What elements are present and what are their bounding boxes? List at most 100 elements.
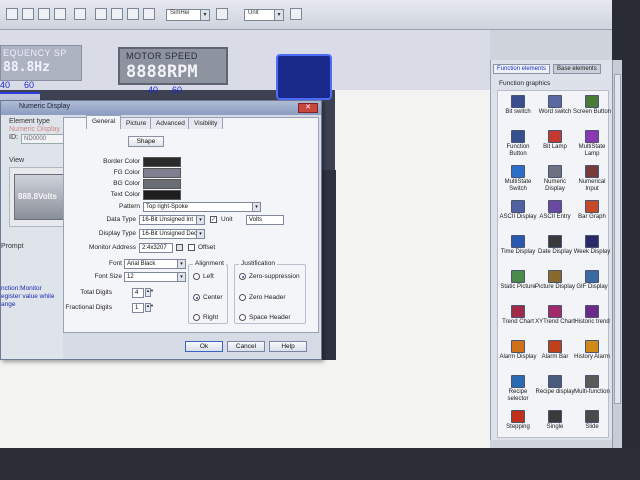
font-size-select[interactable]: 12 ▾ — [124, 272, 186, 282]
tab-visibility[interactable]: Visibility — [188, 117, 224, 129]
fractional-digits-input[interactable]: 1 — [132, 303, 144, 313]
zero-suppression-radio[interactable] — [239, 273, 246, 280]
data-type-select[interactable]: 16-Bit Unsigned Int ▾ — [139, 215, 205, 225]
close-icon[interactable]: ✕ — [298, 103, 318, 113]
fractional-digits-spinner[interactable]: ▲▼ — [145, 303, 154, 312]
zero-header-radio[interactable] — [239, 294, 246, 301]
palette-item[interactable]: MultiState Switch — [498, 165, 538, 197]
space-header-radio[interactable] — [239, 314, 246, 321]
palette-item[interactable]: Recipe selector — [498, 375, 538, 407]
monitor-address-input[interactable]: 2:4x3207 — [139, 243, 173, 253]
palette-item[interactable]: MultiState Lamp — [572, 130, 612, 162]
offset-label: Offset — [198, 244, 216, 251]
palette-item[interactable]: Screen Button — [572, 95, 612, 127]
palette-item[interactable]: Multi-function — [572, 375, 612, 407]
palette-item-label: Recipe selector — [507, 389, 529, 402]
palette-item[interactable]: Trend Chart — [498, 305, 538, 337]
offset-checkbox[interactable] — [188, 244, 195, 251]
palette-item[interactable]: Bar Graph — [572, 200, 612, 232]
help-button[interactable]: Help — [269, 341, 307, 352]
toolbar-tool-11[interactable] — [290, 8, 302, 20]
palette-item[interactable]: Alarm Display — [498, 340, 538, 372]
total-digits-spinner[interactable]: ▲▼ — [145, 288, 154, 297]
palette-item[interactable]: Numeric Display — [535, 165, 575, 197]
text-color-swatch[interactable] — [143, 190, 181, 200]
palette-item[interactable]: Slide — [572, 410, 612, 442]
palette-item[interactable]: Stepping — [498, 410, 538, 442]
fg-color-swatch[interactable] — [143, 168, 181, 178]
tab-base-elements[interactable]: Base elements — [553, 64, 601, 74]
palette-item[interactable]: Recipe display — [535, 375, 575, 407]
palette-item-label: History Alarm — [574, 354, 610, 360]
palette-item[interactable]: Historic trend — [572, 305, 612, 337]
total-digits-input[interactable]: 4 — [132, 288, 144, 298]
toolbar-tool-1[interactable] — [6, 8, 18, 20]
palette-item-label: Historic trend — [574, 319, 610, 325]
pattern-select[interactable]: Top right-Spoke ▾ — [143, 202, 261, 212]
monitor-address-label: Monitor Address — [89, 244, 136, 251]
hmi-editor-window: SimHei ▾ Unit ▾ EQUENCY SP 88.8Hz MOTOR SP… — [0, 0, 622, 468]
palette-item[interactable]: ASCII Display — [498, 200, 538, 232]
align-right-radio[interactable] — [193, 314, 200, 321]
zero-suppression-label: Zero-suppression — [249, 273, 300, 280]
palette-item[interactable]: ASCII Entry — [535, 200, 575, 232]
palette-item[interactable]: Picture Display — [535, 270, 575, 302]
palette-item-label: Recipe display — [535, 389, 575, 395]
bg-color-swatch[interactable] — [143, 179, 181, 189]
tab-function-elements[interactable]: Function elements — [493, 64, 551, 74]
palette-item[interactable]: Word switch — [535, 95, 575, 127]
tab-general[interactable]: General — [86, 115, 122, 129]
font-combo[interactable]: SimHei ▾ — [166, 9, 210, 21]
palette-item[interactable]: XYTrend Chart — [535, 305, 575, 337]
palette-item[interactable]: GIF Display — [572, 270, 612, 302]
cancel-button[interactable]: Cancel — [227, 341, 265, 352]
zoom-fit-icon[interactable] — [127, 8, 139, 20]
display-type-value: 16-Bit Unsigned Deci — [142, 231, 199, 237]
border-color-swatch[interactable] — [143, 157, 181, 167]
palette-item[interactable]: Single — [535, 410, 575, 442]
unit-checkbox[interactable]: ✓ — [210, 216, 217, 223]
tab-picture[interactable]: Picture — [120, 117, 153, 129]
toolbar-tool-5[interactable] — [74, 8, 86, 20]
toolbar-tool-2[interactable] — [22, 8, 34, 20]
ok-button[interactable]: Ok — [185, 341, 223, 352]
align-center-radio[interactable] — [193, 294, 200, 301]
palette-item[interactable]: Week Display — [572, 235, 612, 267]
font-select[interactable]: Arial Black ▾ — [124, 259, 186, 269]
align-left-radio[interactable] — [193, 273, 200, 280]
unit-combo[interactable]: Unit ▾ — [244, 9, 284, 21]
multi-function-icon — [585, 375, 599, 388]
unit-input[interactable]: Volts — [246, 215, 284, 225]
blue-button-element[interactable] — [276, 54, 332, 100]
palette-item[interactable]: Static Picture — [498, 270, 538, 302]
palette-item[interactable]: Alarm Bar — [535, 340, 575, 372]
palette-item[interactable]: Function Button — [498, 130, 538, 162]
toolbar-tool-4[interactable] — [54, 8, 66, 20]
palette-item[interactable]: Time Display — [498, 235, 538, 267]
dialog-title-bar[interactable]: Numeric Display ✕ — [1, 101, 321, 115]
palette-item[interactable]: Bit Lamp — [535, 130, 575, 162]
zoom-in-icon[interactable] — [95, 8, 107, 20]
palette-item[interactable]: History Alarm — [572, 340, 612, 372]
palette-scrollbar[interactable] — [612, 60, 622, 450]
display-type-label: Display Type — [98, 230, 136, 237]
motor-speed-element[interactable]: MOTOR SPEED 8888RPM — [118, 47, 228, 85]
shape-button[interactable]: Shape — [128, 136, 164, 147]
font-size-label: Font Size — [94, 273, 122, 280]
toolbar-tool-9[interactable] — [143, 8, 155, 20]
zoom-out-icon[interactable] — [111, 8, 123, 20]
toolbar-tool-3[interactable] — [38, 8, 50, 20]
toolbar-tool-10[interactable] — [216, 8, 228, 20]
palette-item[interactable]: Bit switch — [498, 95, 538, 127]
palette-item[interactable]: Numerical Input — [572, 165, 612, 197]
address-picker-icon[interactable] — [176, 244, 183, 251]
display-type-select[interactable]: 16-Bit Unsigned Deci ▾ — [139, 229, 205, 239]
palette-item[interactable]: Date Display — [535, 235, 575, 267]
dialog-left-pane: Element type Numeric Display ID: ND0000 … — [1, 115, 71, 359]
frequency-display-element[interactable]: EQUENCY SP 88.8Hz — [0, 45, 82, 81]
scroll-thumb[interactable] — [614, 74, 621, 404]
stepping-icon — [511, 410, 525, 423]
tab-advanced[interactable]: Advanced — [150, 117, 191, 129]
bar-graph-icon — [585, 200, 599, 213]
screen-edge — [322, 170, 336, 360]
